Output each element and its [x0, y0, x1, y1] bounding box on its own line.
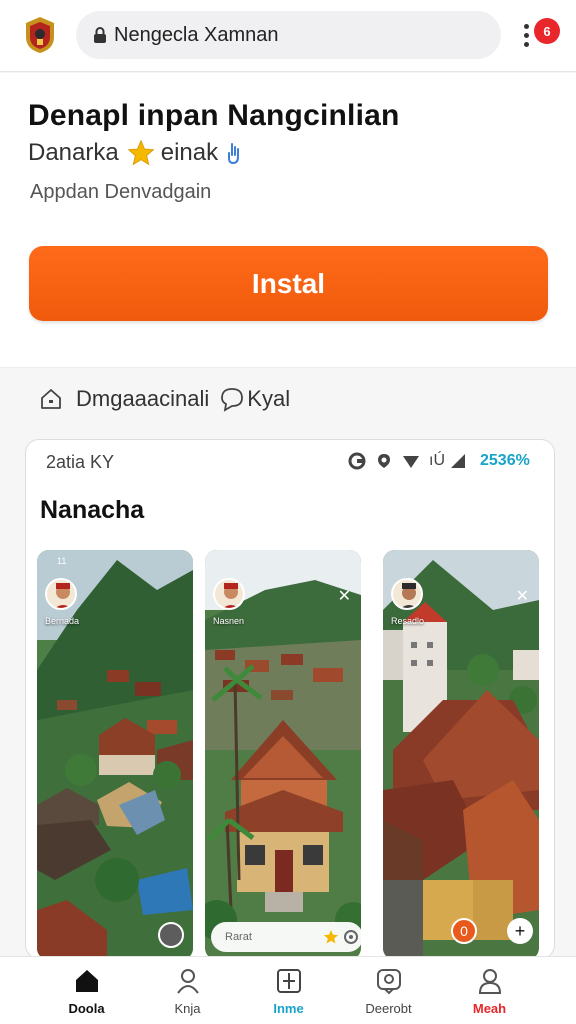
people-icon: [176, 969, 199, 994]
add-icon[interactable]: +: [507, 918, 533, 944]
message-icon: [376, 969, 401, 995]
screen1-caption: Bernada: [45, 616, 80, 626]
preview-status-time: 2atia KY: [46, 452, 115, 472]
app-screenshot-1[interactable]: 11 Bernada: [37, 550, 193, 958]
home-icon: [75, 970, 98, 992]
rating-row: Danarka einak: [28, 139, 242, 167]
browser-menu-button[interactable]: 6: [520, 18, 564, 52]
screen3-badge[interactable]: 0: [451, 918, 477, 944]
avatar: [213, 578, 245, 610]
verified-hand-icon: [228, 143, 240, 165]
house-icon: [41, 389, 61, 409]
nav-label-profile: Meah: [472, 1001, 507, 1016]
app-header-card: Denapl inpan Nangcinlian Danarka einak A…: [0, 73, 576, 368]
nav-label-home: Doola: [68, 1001, 105, 1016]
preview-title: Nanacha: [40, 496, 145, 524]
screen2-caption: Nasnen: [213, 616, 245, 626]
info-row: Dmgaaacinali Kyal: [38, 386, 290, 412]
address-bar[interactable]: Nengecla Xamnan: [76, 11, 501, 59]
sync-icon: [348, 452, 366, 470]
rating-left-text: Danarka: [28, 139, 119, 166]
battery-percent: 2536%: [480, 452, 530, 469]
grid-icon: [276, 969, 301, 993]
address-bar-url: Nengecla Xamnan: [114, 23, 279, 46]
nav-item-people[interactable]: Knja: [130, 957, 245, 1024]
avatar: [391, 578, 423, 610]
wifi-icon: [403, 456, 419, 468]
crest-logo-icon: [26, 17, 54, 53]
app-screenshot-2[interactable]: Nasnen ✕ Rarat: [205, 550, 361, 958]
browser-top-bar: Nengecla Xamnan 6: [0, 0, 576, 72]
share-icon: [344, 930, 358, 944]
info-label-downloads: Dmgaaacinali: [76, 386, 210, 411]
chat-bubble-icon: [221, 388, 244, 412]
profile-icon: [478, 969, 501, 994]
app-title: Denapl inpan Nangcinlian: [28, 99, 400, 132]
star-icon: [323, 930, 339, 944]
lock-icon: [94, 27, 106, 43]
app-screenshot-3[interactable]: Resadlo ✕ 0 +: [383, 550, 539, 958]
screenshot-preview-card: 2atia KY ıÚ 2536% Nanacha 11 Bernada Nas…: [25, 439, 555, 959]
rating-right-text: einak: [160, 139, 219, 166]
close-icon[interactable]: ✕: [516, 586, 529, 606]
village-aerial-scene-3: [383, 550, 539, 958]
notification-badge: 6: [534, 18, 560, 44]
close-icon[interactable]: ✕: [338, 586, 351, 606]
screen1-status: 11: [57, 556, 67, 566]
nav-label-people: Knja: [174, 1001, 201, 1016]
bottom-navigation: Doola Knja Inme Deerobt Meah: [0, 956, 576, 1024]
signal-icon: [451, 454, 465, 468]
nav-item-apps[interactable]: Inme: [231, 957, 346, 1024]
nav-item-messages[interactable]: Deerobt: [331, 957, 446, 1024]
nav-label-messages: Deerobt: [365, 1001, 412, 1016]
developer-name[interactable]: Appdan Denvadgain: [30, 181, 211, 204]
install-button[interactable]: Instal: [29, 246, 548, 321]
location-icon: [378, 454, 390, 468]
nav-item-profile[interactable]: Meah: [432, 957, 547, 1024]
nav-item-home[interactable]: Doola: [29, 957, 144, 1024]
village-aerial-scene-2: [205, 550, 361, 958]
nav-label-apps: Inme: [273, 1001, 304, 1016]
village-aerial-scene-1: [37, 550, 193, 958]
preview-status-signal: ıÚ: [429, 452, 445, 469]
screen2-rating-pill[interactable]: Rarat: [211, 922, 361, 952]
preview-status-icons: ıÚ 2536%: [348, 452, 530, 470]
star-icon: [127, 139, 155, 166]
screen3-caption: Resadlo: [391, 616, 425, 626]
more-dots-icon: [524, 24, 530, 48]
avatar: [45, 578, 77, 610]
info-label-reviews: Kyal: [247, 386, 291, 411]
screen2-pill-text: Rarat: [225, 931, 252, 943]
